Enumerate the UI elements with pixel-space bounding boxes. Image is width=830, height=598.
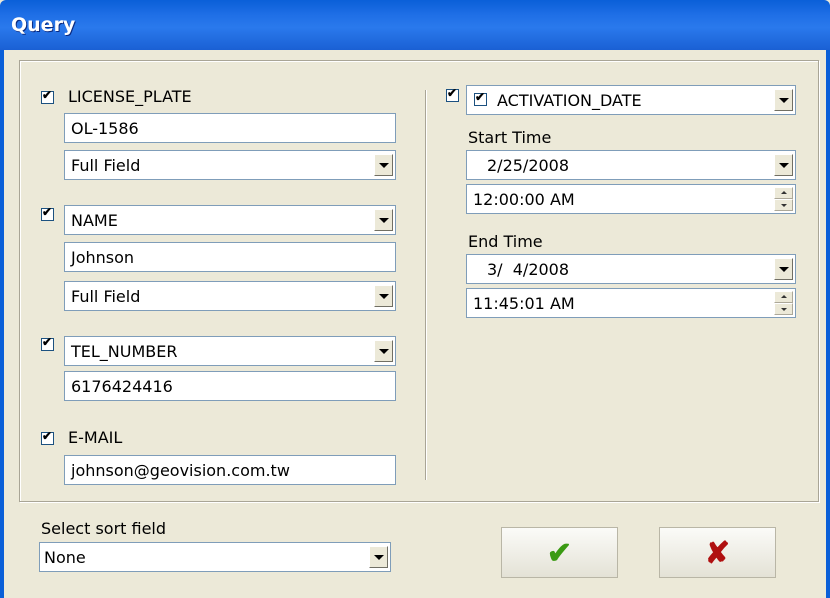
chevron-down-icon[interactable] — [369, 546, 388, 568]
name-field-value: NAME — [71, 211, 118, 230]
end-time-input[interactable]: 11:45:01 AM — [466, 288, 796, 318]
date-field-select[interactable]: ACTIVATION_DATE — [466, 85, 796, 115]
tel-field-select[interactable]: TEL_NUMBER — [64, 336, 396, 366]
start-time-label: Start Time — [468, 128, 552, 147]
tel-checkbox[interactable] — [41, 335, 54, 351]
license-plate-value: OL-1586 — [71, 119, 139, 138]
window-title: Query — [11, 14, 76, 36]
spin-down-icon[interactable] — [774, 199, 793, 211]
column-separator — [425, 90, 426, 480]
name-match-value: Full Field — [71, 287, 141, 306]
spin-up-icon[interactable] — [774, 187, 793, 199]
name-checkbox[interactable] — [41, 205, 54, 221]
close-icon: ✘ — [704, 537, 731, 570]
license-plate-match-value: Full Field — [71, 156, 141, 175]
start-time-value: 12:00:00 AM — [473, 190, 575, 209]
start-date-picker[interactable]: 2/25/2008 — [466, 150, 796, 180]
date-enable-checkbox[interactable] — [446, 86, 459, 102]
start-date-value: 2/25/2008 — [487, 156, 570, 175]
chevron-down-icon[interactable] — [374, 154, 393, 176]
name-input[interactable]: Johnson — [64, 242, 396, 272]
sort-field-label: Select sort field — [41, 519, 167, 538]
license-plate-match-select[interactable]: Full Field — [64, 150, 396, 180]
license-plate-input[interactable]: OL-1586 — [64, 113, 396, 143]
window-frame-left — [0, 50, 4, 598]
email-label: E-MAIL — [68, 428, 123, 447]
license-plate-label: LICENSE_PLATE — [68, 87, 192, 106]
date-field-value: ACTIVATION_DATE — [497, 91, 642, 110]
tel-field-value: TEL_NUMBER — [71, 342, 178, 361]
date-field-checkbox[interactable] — [474, 90, 487, 106]
name-field-select[interactable]: NAME — [64, 205, 396, 235]
checkmark-icon: ✔ — [546, 537, 573, 570]
query-dialog: Query LICENSE_PLATE OL-1586 Full Field N… — [0, 0, 830, 598]
start-time-spinner[interactable] — [774, 187, 793, 211]
name-value: Johnson — [71, 248, 135, 267]
email-input[interactable]: johnson@geovision.com.tw — [64, 455, 396, 485]
email-value: johnson@geovision.com.tw — [71, 461, 290, 480]
sort-field-select[interactable]: None — [39, 542, 391, 572]
end-time-spinner[interactable] — [774, 291, 793, 315]
tel-input[interactable]: 6176424416 — [64, 371, 396, 401]
tel-value: 6176424416 — [71, 377, 173, 396]
window-frame-right — [826, 50, 830, 598]
end-date-picker[interactable]: 3/ 4/2008 — [466, 254, 796, 284]
spin-down-icon[interactable] — [774, 303, 793, 315]
name-match-select[interactable]: Full Field — [64, 281, 396, 311]
spin-up-icon[interactable] — [774, 291, 793, 303]
email-checkbox[interactable] — [41, 429, 54, 445]
chevron-down-icon[interactable] — [374, 285, 393, 307]
title-bar: Query — [0, 0, 830, 50]
chevron-down-icon[interactable] — [374, 340, 393, 362]
license-plate-checkbox[interactable] — [41, 88, 54, 104]
ok-button[interactable]: ✔ — [501, 527, 618, 578]
chevron-down-icon[interactable] — [374, 209, 393, 231]
chevron-down-icon[interactable] — [774, 154, 793, 176]
end-time-value: 11:45:01 AM — [473, 294, 575, 313]
chevron-down-icon[interactable] — [774, 89, 793, 111]
sort-field-value: None — [44, 548, 86, 567]
start-time-input[interactable]: 12:00:00 AM — [466, 184, 796, 214]
cancel-button[interactable]: ✘ — [659, 527, 776, 578]
end-date-value: 3/ 4/2008 — [487, 260, 570, 279]
chevron-down-icon[interactable] — [774, 258, 793, 280]
end-time-label: End Time — [468, 232, 543, 251]
